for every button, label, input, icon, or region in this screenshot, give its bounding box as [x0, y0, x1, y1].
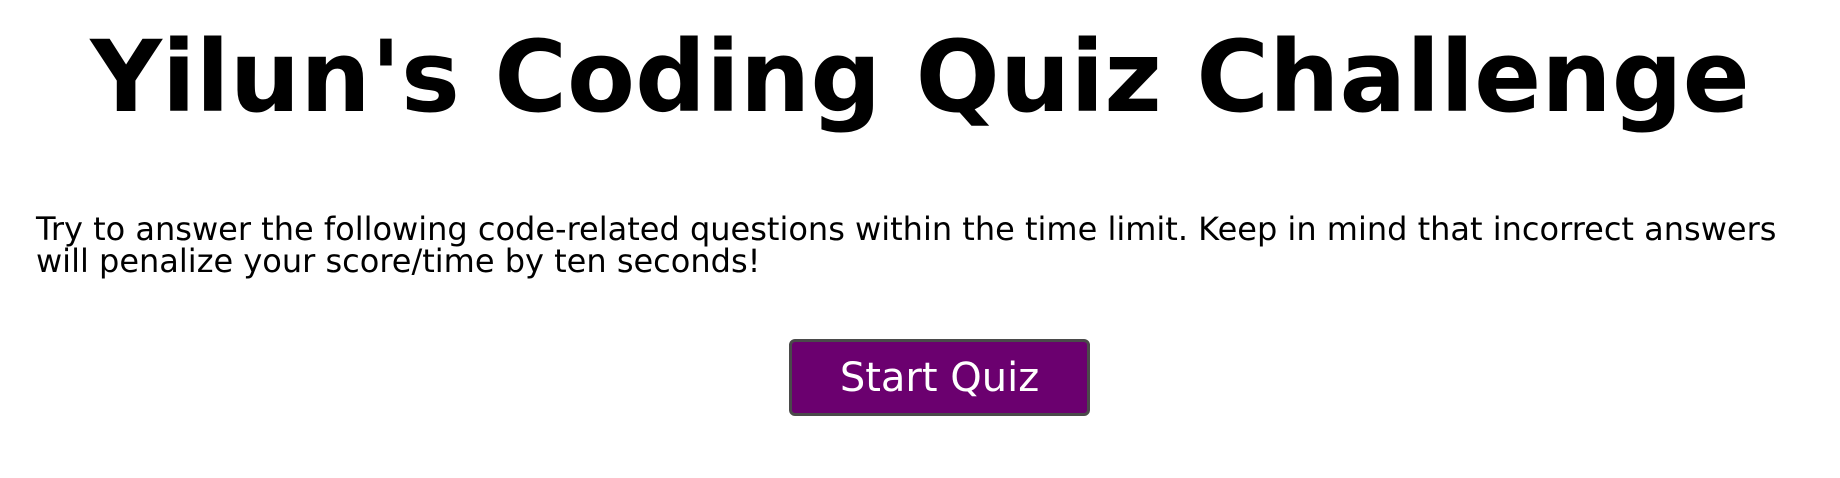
- start-quiz-button[interactable]: Start Quiz: [789, 339, 1090, 416]
- quiz-instructions: Try to answer the following code-related…: [36, 210, 1777, 280]
- page-title: Yilun's Coding Quiz Challenge: [90, 20, 1750, 135]
- quiz-start-page: Yilun's Coding Quiz Challenge Try to ans…: [0, 0, 1840, 478]
